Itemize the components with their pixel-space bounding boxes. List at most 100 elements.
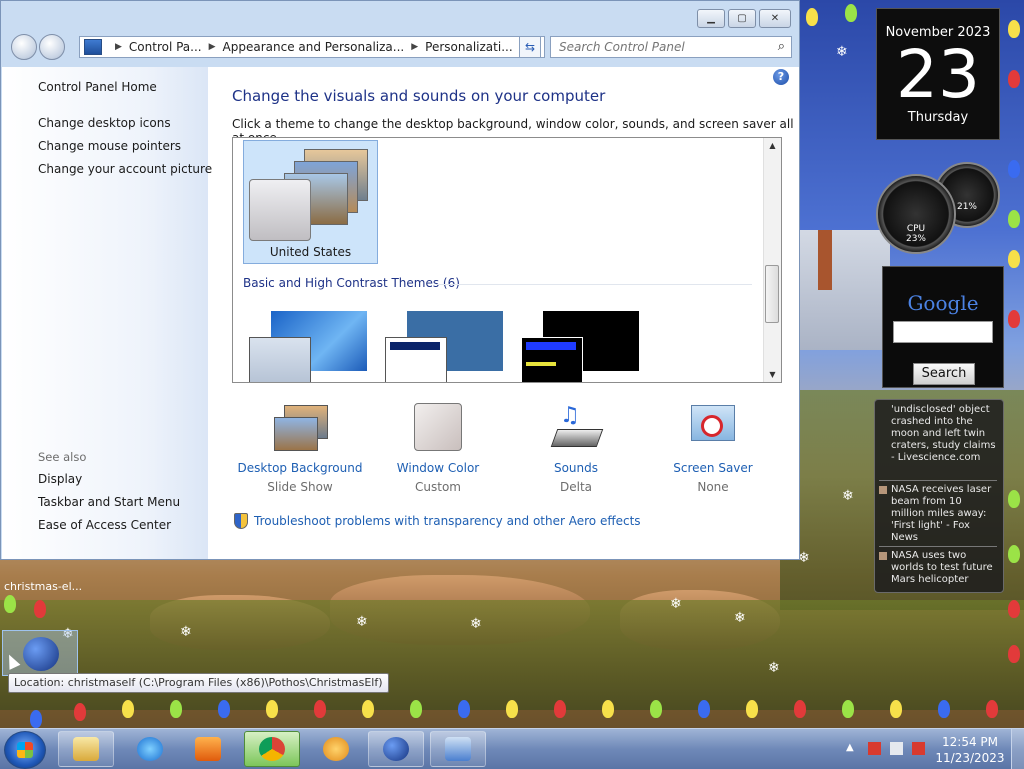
setting-label[interactable]: Sounds (506, 461, 646, 475)
snowflake-icon: ❄ (768, 660, 780, 676)
troubleshoot-link[interactable]: Troubleshoot problems with transparency … (234, 513, 641, 529)
chrome-icon (259, 737, 285, 761)
news-divider (879, 546, 997, 547)
start-button[interactable] (4, 731, 46, 769)
light-bulb-icon (746, 700, 758, 718)
calendar-gadget[interactable]: November 2023 23 Thursday (876, 8, 1000, 140)
setting-label[interactable]: Window Color (368, 461, 508, 475)
news-item[interactable]: NASA uses two worlds to test future Mars… (891, 550, 997, 586)
google-search-input[interactable] (893, 321, 993, 343)
breadcrumb-personalization[interactable]: Personalizati... (425, 40, 512, 54)
forward-button[interactable] (39, 34, 65, 60)
back-button[interactable] (11, 34, 37, 60)
maximize-button[interactable]: ▢ (728, 9, 756, 28)
change-mouse-pointers-link[interactable]: Change mouse pointers (38, 139, 181, 153)
taskbar-christmas-elf[interactable] (368, 731, 424, 767)
shield-icon (234, 513, 248, 529)
search-icon[interactable]: ⌕ (778, 39, 785, 54)
personalization-window: ▁ ▢ ✕ ▶ Control Pa... ▶ Appearance and P… (0, 0, 800, 560)
setting-value: Custom (415, 480, 461, 494)
content-area: Control Panel Home Change desktop icons … (2, 67, 799, 559)
light-bulb-icon (74, 703, 86, 721)
light-bulb-icon (314, 700, 326, 718)
light-bulb-icon (410, 700, 422, 718)
sounds-setting[interactable]: ♫ Sounds Delta (506, 403, 646, 494)
taskbar-explorer[interactable] (58, 731, 114, 767)
network-icon[interactable] (890, 742, 903, 755)
refresh-button[interactable]: ⇆ (519, 36, 541, 58)
theme-windows-classic[interactable] (379, 311, 503, 382)
news-feed-gadget: 'undisclosed' object crashed into the mo… (874, 399, 1004, 593)
light-bulb-icon (30, 710, 42, 728)
light-bulb-icon (1008, 160, 1020, 178)
ease-of-access-link[interactable]: Ease of Access Center (38, 518, 171, 532)
light-bulb-icon (1008, 70, 1020, 88)
chevron-right-icon: ▶ (411, 42, 419, 52)
display-link[interactable]: Display (38, 472, 82, 486)
theme-list-scrollbar[interactable]: ▲ ▼ (763, 138, 781, 382)
setting-value: None (697, 480, 729, 494)
taskbar-chrome[interactable] (244, 731, 300, 767)
scroll-up-icon[interactable]: ▲ (764, 141, 781, 150)
clock-date[interactable]: 11/23/2023 (930, 751, 1010, 765)
setting-label[interactable]: Screen Saver (643, 461, 783, 475)
taskbar: ▲ 12:54 PM 11/23/2023 (0, 728, 1024, 769)
news-item[interactable]: NASA receives laser beam from 10 million… (891, 484, 997, 544)
volume-muted-icon[interactable] (912, 742, 925, 755)
light-bulb-icon (986, 700, 998, 718)
snowflake-icon: ❄ (842, 488, 854, 504)
minimize-button[interactable]: ▁ (697, 9, 725, 28)
desktop-background-setting[interactable]: Desktop Background Slide Show (230, 403, 370, 494)
light-bulb-icon (362, 700, 374, 718)
clock-time[interactable]: 12:54 PM (930, 735, 1010, 749)
news-bullet-icon (879, 552, 887, 560)
address-bar[interactable]: ▶ Control Pa... ▶ Appearance and Persona… (79, 36, 545, 58)
breadcrumb-control-panel[interactable]: Control Pa... (129, 40, 202, 54)
taskbar-3dp-chip[interactable] (308, 731, 364, 767)
chevron-right-icon: ▶ (208, 42, 216, 52)
snowflake-icon: ❄ (734, 610, 746, 626)
location-tooltip: Location: christmaself (C:\Program Files… (8, 673, 389, 693)
light-bulb-icon (122, 700, 134, 718)
close-button[interactable]: ✕ (759, 9, 791, 28)
desktop-background-icon (272, 403, 328, 455)
change-account-picture-link[interactable]: Change your account picture (38, 162, 212, 176)
show-hidden-icons-icon[interactable]: ▲ (846, 742, 859, 755)
screen-saver-setting[interactable]: Screen Saver None (643, 403, 783, 494)
scroll-thumb[interactable] (765, 265, 779, 323)
window-color-icon (410, 403, 466, 455)
theme-windows7-basic[interactable] (243, 311, 367, 382)
snowflake-icon: ❄ (670, 596, 682, 612)
taskbar-start-menu-link[interactable]: Taskbar and Start Menu (38, 495, 180, 509)
setting-label[interactable]: Desktop Background (230, 461, 370, 475)
change-desktop-icons-link[interactable]: Change desktop icons (38, 116, 171, 130)
news-item[interactable]: 'undisclosed' object crashed into the mo… (891, 404, 997, 464)
theme-united-states[interactable]: United States (243, 140, 378, 264)
control-panel-home-link[interactable]: Control Panel Home (38, 80, 157, 94)
setting-value: Delta (559, 480, 592, 494)
window-color-setting[interactable]: Window Color Custom (368, 403, 508, 494)
google-search-button[interactable]: Search (913, 363, 975, 385)
search-input[interactable] (557, 37, 761, 57)
light-bulb-icon (1008, 600, 1020, 618)
desktop-icon-christmas-elf[interactable]: christmas-el... (4, 580, 82, 593)
theme-high-contrast[interactable] (515, 311, 639, 382)
show-desktop-button[interactable] (1011, 729, 1024, 769)
taskbar-control-panel[interactable] (430, 731, 486, 767)
title-bar[interactable]: ▁ ▢ ✕ (1, 1, 799, 31)
help-icon[interactable]: ? (773, 69, 789, 85)
group-divider (437, 284, 752, 285)
troubleshoot-link-text[interactable]: Troubleshoot problems with transparency … (254, 514, 641, 528)
taskbar-internet-explorer[interactable] (122, 731, 178, 767)
action-center-icon[interactable] (868, 742, 881, 755)
light-bulb-icon (1008, 545, 1020, 563)
scroll-down-icon[interactable]: ▼ (764, 370, 781, 379)
taskbar-media-player[interactable] (180, 731, 236, 767)
cpu-percent: 23% (905, 234, 926, 244)
cpu-label: CPU (906, 224, 926, 234)
control-panel-icon (84, 39, 102, 55)
light-bulb-icon (890, 700, 902, 718)
search-box[interactable]: ⌕ (550, 36, 792, 58)
breadcrumb-appearance[interactable]: Appearance and Personaliza... (223, 40, 405, 54)
internet-explorer-icon (137, 737, 163, 761)
